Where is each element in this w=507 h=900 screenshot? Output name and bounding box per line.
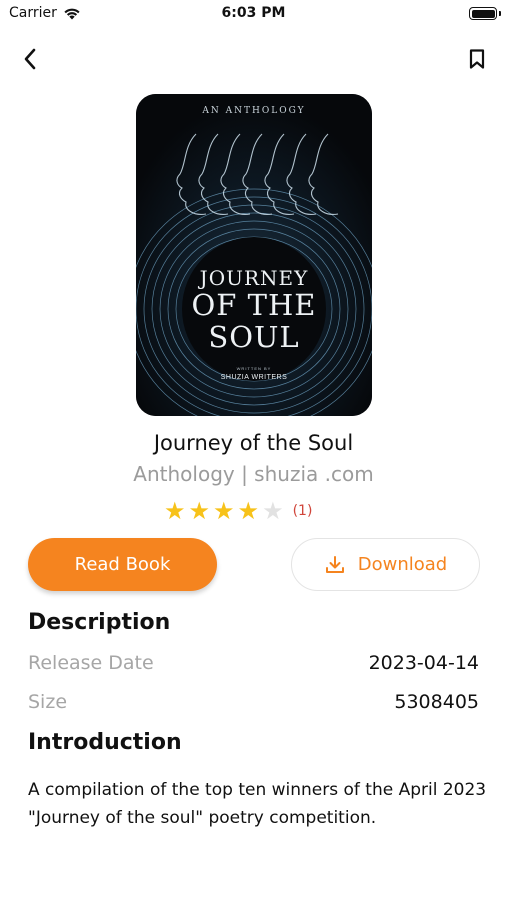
back-button[interactable]	[16, 44, 44, 74]
cover-top-text: AN ANTHOLOGY	[202, 106, 306, 116]
bookmark-button[interactable]	[463, 44, 491, 74]
book-cover: AN ANTHOLOGY JOURNEY OF THE SOUL WRITTEN…	[136, 94, 372, 416]
cover-author: SHUZIA WRITERS	[220, 374, 288, 381]
download-label: Download	[357, 554, 448, 575]
introduction-text: A compilation of the top ten winners of …	[28, 780, 487, 828]
description-heading: Description	[28, 610, 171, 635]
cover-title-line1: JOURNEY	[199, 266, 309, 290]
download-icon	[325, 555, 344, 573]
chevron-left-icon	[24, 48, 36, 70]
star-icon: ★	[237, 497, 260, 525]
status-bar: Carrier 6:03 PM	[0, 0, 507, 28]
star-icon: ★	[262, 497, 284, 525]
star-icon: ★	[164, 497, 186, 525]
book-subtitle: Anthology | shuzia .com	[133, 462, 374, 486]
rating-count: (1)	[292, 503, 313, 519]
size-value: 5308405	[394, 691, 479, 713]
read-book-label: Read Book	[74, 554, 171, 575]
cover-title-line2: OF THE	[191, 288, 317, 322]
cover-title-line3: SOUL	[208, 320, 300, 354]
introduction-heading: Introduction	[28, 730, 182, 755]
battery-icon	[469, 7, 497, 20]
size-label: Size	[28, 691, 68, 713]
read-book-button[interactable]: Read Book	[28, 538, 217, 591]
status-time: 6:03 PM	[221, 5, 286, 21]
cover-written-by: WRITTEN BY	[236, 366, 272, 371]
release-date-label: Release Date	[28, 652, 154, 674]
book-title: Journey of the Soul	[153, 431, 354, 455]
download-button[interactable]: Download	[291, 538, 480, 591]
release-date-value: 2023-04-14	[368, 652, 479, 674]
bookmark-icon	[469, 49, 485, 69]
star-icon: ★	[213, 497, 235, 525]
battery-tip	[499, 11, 501, 16]
rating: ★ ★ ★ ★ ★ (1)	[164, 498, 312, 524]
star-icon: ★	[188, 497, 211, 525]
